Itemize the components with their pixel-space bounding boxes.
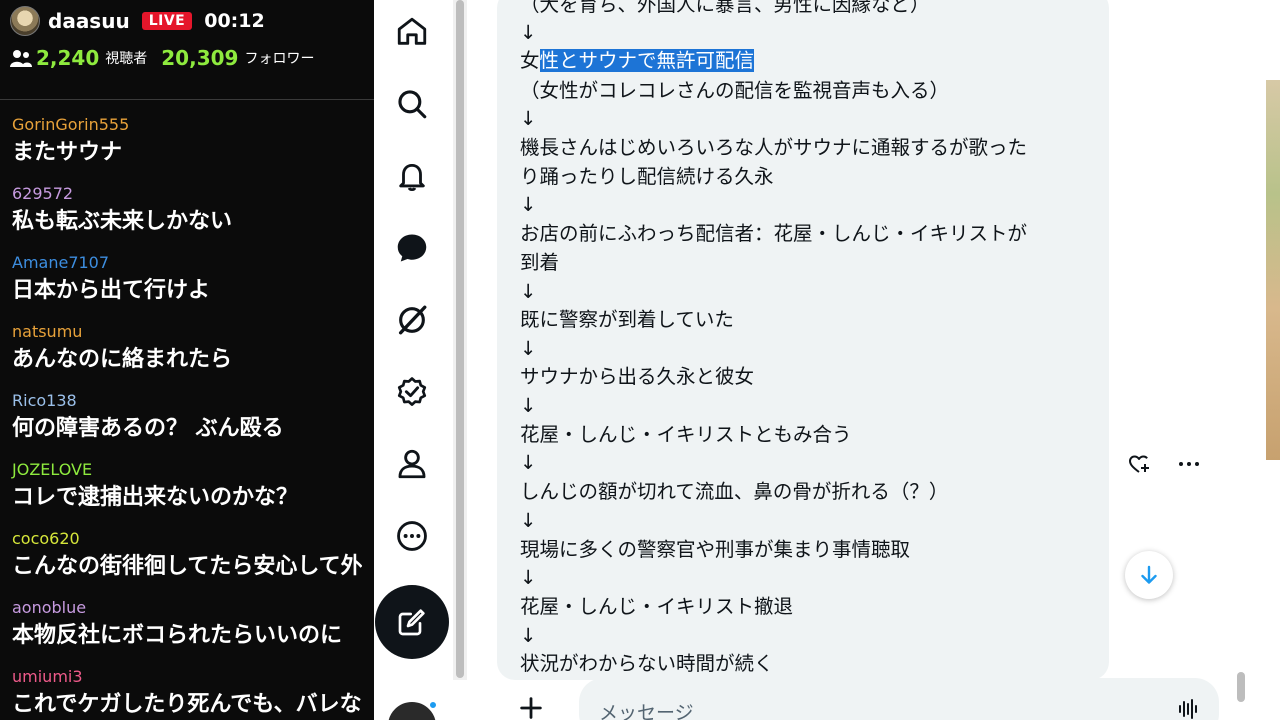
chat-text: コレで逮捕出来ないのかな？ [12, 485, 299, 510]
chat-text: 日本から出て行けよ [12, 278, 211, 303]
stream-header: daasuu LIVE 00:12 2,240 視聴者 20,309 フォロワー [0, 0, 374, 100]
profile-icon[interactable] [392, 444, 432, 484]
chat-message: Rico138 何の障害あるの？ ぶん殴る [12, 390, 362, 459]
chat-text: 何の障害あるの？ ぶん殴る [12, 416, 284, 441]
message-line: （女性がコレコレさんの配信を監視音声も入る） [520, 79, 950, 102]
message-input[interactable]: メッセージ [599, 698, 694, 720]
compose-icon [398, 609, 425, 636]
message-line: 機長さんはじめいろいろな人がサウナに通報するが歌った [520, 136, 1028, 159]
account-status-dot [428, 700, 438, 710]
chat-message: aonoblue 本物反社にボコられたらいいのに [12, 597, 362, 666]
chat-message: 629572 私も転ぶ未来しかない [12, 183, 362, 252]
background-window-edge [1250, 0, 1280, 720]
message-line: り踊ったりし配信続ける久永 [520, 165, 774, 188]
chat-username[interactable]: Rico138 [12, 390, 362, 412]
grok-icon[interactable] [392, 300, 432, 340]
message-line-highlighted: 女性とサウナで無許可配信 [520, 48, 755, 74]
dm-conversation: （犬を育ち、外国人に暴言、男性に因縁など） 女性とサウナで無許可配信 ↓ （女性が… [467, 0, 1250, 720]
scroll-to-bottom-button[interactable] [1125, 551, 1173, 599]
message-arrow: ↓ [520, 394, 537, 417]
messages-icon[interactable] [392, 228, 432, 268]
message-line: 既に警察が到着していた [520, 308, 734, 331]
arrow-down-icon [1141, 565, 1157, 584]
follower-label: フォロワー [244, 51, 315, 67]
message-line: 花屋・しんじ・イキリストともみ合う [520, 423, 852, 446]
message-line: 状況がわからない時間が続く [520, 652, 774, 675]
message-arrow: ↓ [520, 451, 537, 474]
chat-message: coco620 こんなの街徘徊してたら安心して外 [12, 528, 362, 597]
message-arrow: ↓ [520, 193, 537, 216]
chat-text: あんなのに絡まれたら [12, 347, 233, 372]
message-line: サウナから出る久永と彼女 [520, 365, 755, 388]
follower-count: 20,309 [161, 46, 239, 70]
scrollbar-right-thumb[interactable] [1237, 672, 1245, 702]
message-line: 到着 [520, 251, 560, 274]
message-arrow: ↓ [520, 21, 537, 44]
viewer-count: 2,240 [36, 46, 100, 70]
chat-username[interactable]: Amane7107 [12, 252, 362, 274]
chat-username[interactable]: coco620 [12, 528, 362, 550]
message-arrow: ↓ [520, 280, 537, 303]
selected-text: 性とサウナで無許可配信 [539, 49, 755, 72]
background-photo [1266, 80, 1280, 460]
chat-text: 本物反社にボコられたらいいのに [12, 623, 343, 648]
stream-chat-overlay: daasuu LIVE 00:12 2,240 視聴者 20,309 フォロワー… [0, 0, 374, 720]
streamer-avatar [10, 6, 40, 36]
chat-message: Amane7107 日本から出て行けよ [12, 252, 362, 321]
home-icon[interactable] [392, 12, 432, 52]
elapsed-time: 00:12 [204, 10, 265, 32]
chat-username[interactable]: 629572 [12, 183, 362, 205]
chat-text: こんなの街徘徊してたら安心して外 [12, 554, 362, 579]
message-line: 花屋・しんじ・イキリスト撤退 [520, 595, 794, 618]
chat-username[interactable]: umiumi3 [12, 666, 362, 688]
notifications-icon[interactable] [392, 156, 432, 196]
message-composer[interactable]: メッセージ [579, 678, 1219, 720]
message-line: お店の前にふわっち配信者：花屋・しんじ・イキリストが [520, 222, 1028, 245]
chat-message-list: GorinGorin555 またサウナ 629572 私も転ぶ未来しかない Amane7… [0, 100, 374, 720]
viewers-icon [10, 50, 32, 67]
chat-text: これでケガしたり死んでも、バレな [12, 692, 362, 717]
add-reaction-icon[interactable] [1127, 452, 1151, 476]
chat-username[interactable]: natsumu [12, 321, 362, 343]
message-line: 現場に多くの警察官や刑事が集まり事情聴取 [520, 538, 911, 561]
viewer-label: 視聴者 [105, 51, 148, 67]
message-line-partial: （犬を育ち、外国人に暴言、男性に因縁など） [520, 0, 930, 16]
add-attachment-icon[interactable] [517, 694, 545, 720]
message-arrow: ↓ [520, 107, 537, 130]
verified-icon[interactable] [392, 372, 432, 412]
chat-message: JOZELOVE コレで逮捕出来ないのかな？ [12, 459, 362, 528]
search-icon[interactable] [392, 84, 432, 124]
chat-username[interactable]: GorinGorin555 [12, 114, 362, 136]
message-arrow: ↓ [520, 566, 537, 589]
chat-text: 私も転ぶ未来しかない [12, 209, 233, 234]
message-arrow: ↓ [520, 624, 537, 647]
message-more-icon[interactable] [1175, 452, 1203, 476]
chat-message: natsumu あんなのに絡まれたら [12, 321, 362, 390]
chat-text: またサウナ [12, 140, 123, 165]
streamer-name: daasuu [48, 9, 130, 33]
highlight-prefix: 女 [520, 49, 540, 72]
scrollbar-left[interactable] [453, 0, 467, 680]
nav-rail [374, 0, 450, 720]
live-badge: LIVE [141, 12, 193, 30]
voice-message-icon[interactable] [1177, 698, 1199, 720]
more-icon[interactable] [392, 516, 432, 556]
scrollbar-thumb[interactable] [456, 0, 464, 678]
chat-message: umiumi3 これでケガしたり死んでも、バレな [12, 666, 362, 720]
chat-username[interactable]: JOZELOVE [12, 459, 362, 481]
message-arrow: ↓ [520, 337, 537, 360]
message-arrow: ↓ [520, 509, 537, 532]
compose-post-button[interactable] [375, 585, 449, 659]
screen: daasuu LIVE 00:12 2,240 視聴者 20,309 フォロワー… [0, 0, 1280, 720]
chat-username[interactable]: aonoblue [12, 597, 362, 619]
chat-message: GorinGorin555 またサウナ [12, 114, 362, 183]
message-line: しんじの額が切れて流血、鼻の骨が折れる（？） [520, 480, 949, 503]
